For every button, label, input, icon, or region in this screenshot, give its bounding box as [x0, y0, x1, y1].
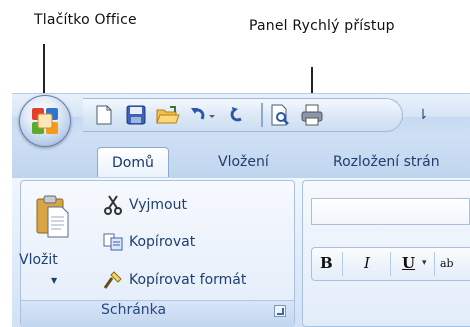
format-painter-button[interactable]: Kopírovat formát: [103, 268, 246, 292]
office-button-annotation: Tlačítko Office: [34, 12, 137, 28]
paste-button-label[interactable]: Vložit: [19, 252, 58, 268]
formatting-separator: [390, 252, 391, 276]
strikethrough-button[interactable]: ab: [440, 257, 454, 270]
font-name-combo[interactable]: [311, 198, 470, 225]
undo-icon[interactable]: [187, 102, 219, 128]
redo-icon[interactable]: [225, 102, 251, 128]
cut-button[interactable]: Vyjmout: [103, 193, 187, 217]
underline-button[interactable]: U: [402, 254, 415, 272]
new-document-icon[interactable]: [91, 102, 117, 128]
copy-label: Kopírovat: [129, 234, 196, 250]
office-logo-icon: [32, 108, 58, 134]
tab-insert[interactable]: Vložení: [218, 147, 269, 177]
scissors-icon: [103, 195, 123, 215]
quick-access-annotation: Panel Rychlý přístup: [249, 18, 395, 34]
save-icon[interactable]: [123, 102, 149, 128]
office-button-pointer-line: [43, 44, 45, 100]
print-preview-icon[interactable]: [267, 102, 293, 128]
clipboard-group-label: Schránka: [101, 302, 167, 318]
formatting-separator: [342, 252, 343, 276]
open-folder-icon[interactable]: [155, 102, 181, 128]
format-painter-label: Kopírovat formát: [129, 272, 247, 288]
formatting-separator: [434, 252, 435, 276]
print-icon[interactable]: [299, 102, 325, 128]
toolbar-separator: [261, 103, 263, 127]
dialog-launcher-icon[interactable]: [274, 305, 286, 317]
underline-dropdown-arrow[interactable]: ▾: [422, 258, 427, 268]
tab-page-layout[interactable]: Rozložení strán: [333, 147, 440, 177]
tab-home[interactable]: Domů: [97, 147, 169, 177]
customize-toolbar-arrow[interactable]: ⇂: [414, 103, 432, 127]
format-painter-icon: [103, 270, 123, 290]
office-button[interactable]: [19, 95, 71, 147]
quick-access-toolbar: [83, 98, 403, 132]
bold-button[interactable]: B: [320, 254, 333, 272]
copy-icon: [103, 232, 123, 252]
paste-icon[interactable]: [36, 195, 70, 239]
paste-dropdown-arrow[interactable]: ▼: [51, 276, 57, 285]
copy-button[interactable]: Kopírovat: [103, 230, 195, 254]
italic-button[interactable]: I: [364, 254, 370, 272]
cut-label: Vyjmout: [129, 197, 187, 213]
